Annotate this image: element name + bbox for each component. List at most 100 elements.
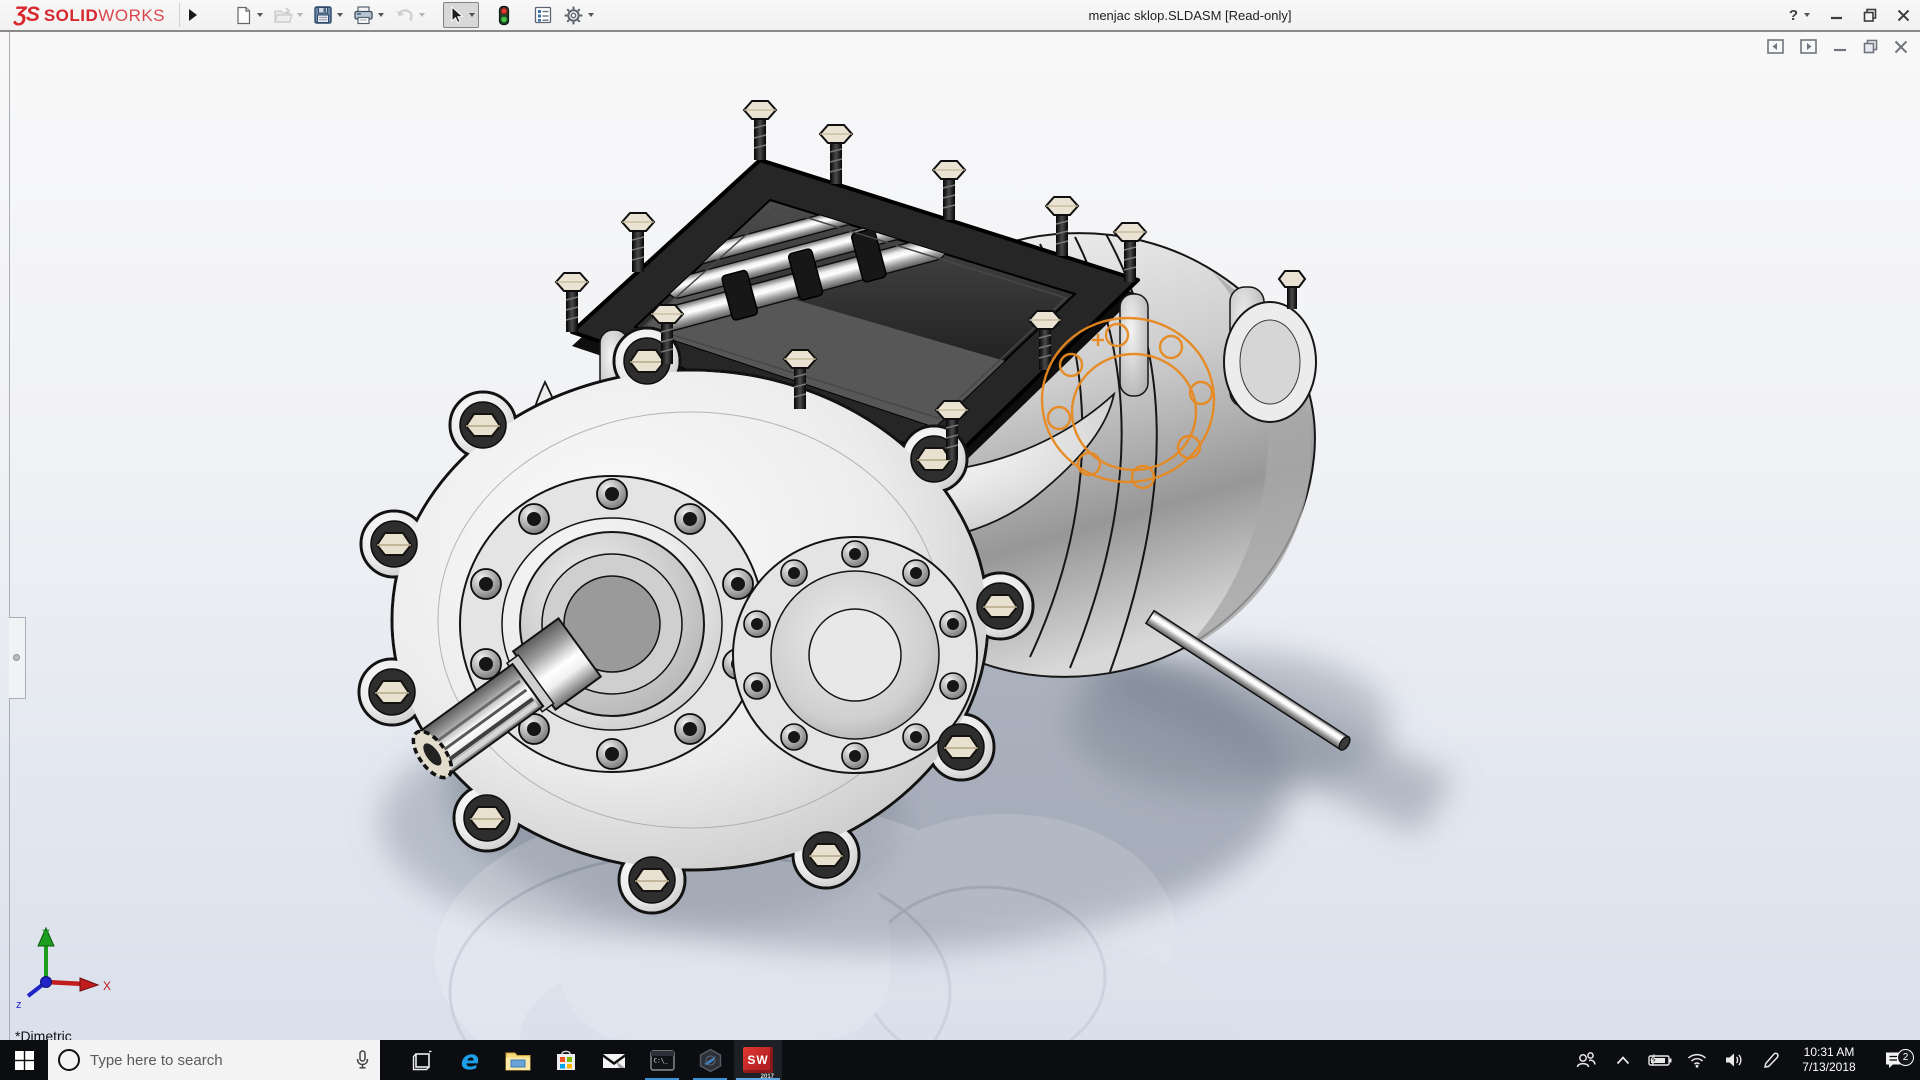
menu-flyout-button[interactable] bbox=[184, 4, 202, 26]
tray-overflow-chevron-icon[interactable] bbox=[1608, 1040, 1638, 1080]
restore-icon bbox=[1863, 8, 1877, 22]
doc-restore-button[interactable] bbox=[1863, 39, 1878, 54]
undo-button[interactable] bbox=[390, 2, 429, 28]
dropdown-caret[interactable] bbox=[297, 13, 303, 17]
dropdown-caret[interactable] bbox=[419, 13, 425, 17]
window-controls: ? bbox=[1789, 0, 1910, 30]
store-icon bbox=[555, 1049, 577, 1072]
dropdown-caret[interactable] bbox=[337, 13, 343, 17]
mail-button[interactable] bbox=[590, 1040, 638, 1080]
title-bar: ƷS SOLID WORKS bbox=[0, 0, 1920, 32]
command-prompt-button[interactable]: C:\_ bbox=[638, 1040, 686, 1080]
doc-minimize-button[interactable] bbox=[1833, 39, 1847, 54]
taskbar-empty-space bbox=[782, 1040, 1571, 1080]
cursor-arrow-icon bbox=[447, 5, 465, 25]
microsoft-store-button[interactable] bbox=[542, 1040, 590, 1080]
triad-x-label: X bbox=[103, 979, 111, 993]
battery-icon[interactable] bbox=[1645, 1040, 1675, 1080]
save-floppy-icon bbox=[313, 5, 333, 25]
triad-y-label: Y bbox=[42, 927, 50, 941]
command-prompt-icon: C:\_ bbox=[650, 1050, 675, 1071]
solidworks-window: ƷS SOLID WORKS bbox=[0, 0, 1920, 1080]
taskbar-clock[interactable]: 10:31 AM 7/13/2018 bbox=[1793, 1045, 1865, 1075]
minimize-button[interactable] bbox=[1830, 9, 1843, 22]
task-view-button[interactable] bbox=[398, 1040, 446, 1080]
3ds-logo-mark: ƷS bbox=[14, 3, 39, 27]
separator bbox=[179, 3, 180, 27]
dropdown-caret[interactable] bbox=[378, 13, 384, 17]
document-window-controls bbox=[1767, 39, 1908, 54]
people-icon[interactable] bbox=[1571, 1040, 1601, 1080]
gear-icon bbox=[563, 5, 584, 26]
solidworks-app-button[interactable]: SW 2017 bbox=[734, 1040, 782, 1080]
clock-time: 10:31 AM bbox=[1804, 1045, 1855, 1060]
windows-logo-icon bbox=[15, 1051, 34, 1070]
select-tool-button[interactable] bbox=[443, 2, 479, 28]
help-dropdown-caret[interactable] bbox=[1804, 13, 1810, 17]
standard-toolbar bbox=[230, 2, 598, 28]
document-title: menjac sklop.SLDASM [Read-only] bbox=[1088, 0, 1291, 30]
doc-close-icon bbox=[1894, 40, 1908, 54]
hexagon-app-button[interactable] bbox=[686, 1040, 734, 1080]
file-explorer-button[interactable] bbox=[494, 1040, 542, 1080]
mail-icon bbox=[602, 1051, 626, 1070]
splitter-grip-dot bbox=[13, 654, 20, 661]
windows-ink-pen-icon[interactable] bbox=[1756, 1040, 1786, 1080]
help-button[interactable]: ? bbox=[1789, 7, 1810, 24]
properties-list-icon bbox=[533, 5, 553, 25]
doc-minimize-icon bbox=[1833, 39, 1847, 54]
sw-letters: SW bbox=[747, 1053, 768, 1067]
edge-icon: e bbox=[461, 1047, 479, 1074]
dock-pane-right-icon bbox=[1800, 39, 1817, 54]
help-label: ? bbox=[1789, 7, 1798, 24]
view-orientation-label: *Dimetric bbox=[15, 1028, 72, 1040]
wifi-icon[interactable] bbox=[1682, 1040, 1712, 1080]
file-explorer-icon bbox=[505, 1050, 531, 1071]
notification-badge: 2 bbox=[1897, 1049, 1914, 1066]
search-input[interactable] bbox=[90, 1052, 345, 1069]
new-document-button[interactable] bbox=[230, 2, 267, 28]
edge-browser-button[interactable]: e bbox=[446, 1040, 494, 1080]
doc-close-button[interactable] bbox=[1894, 39, 1908, 54]
save-button[interactable] bbox=[309, 2, 347, 28]
dock-pane-left-icon bbox=[1767, 39, 1784, 54]
model-canvas[interactable] bbox=[0, 32, 1920, 1040]
hexagon-app-icon bbox=[698, 1048, 723, 1073]
feature-tree-splitter-line bbox=[9, 32, 10, 1040]
task-view-icon bbox=[412, 1050, 433, 1071]
clock-date: 7/13/2018 bbox=[1802, 1060, 1855, 1075]
reference-triad: Y X z bbox=[6, 920, 126, 1012]
microphone-icon[interactable] bbox=[355, 1050, 370, 1070]
graphics-viewport: Y X z *Dimetric bbox=[0, 32, 1920, 1040]
windows-taskbar: e bbox=[0, 1040, 1920, 1080]
cmd-prompt-text: C:\_ bbox=[653, 1057, 668, 1064]
flyout-arrow-icon bbox=[189, 9, 197, 21]
system-tray: 10:31 AM 7/13/2018 2 bbox=[1571, 1040, 1920, 1080]
action-center-button[interactable]: 2 bbox=[1872, 1051, 1916, 1070]
volume-icon[interactable] bbox=[1719, 1040, 1749, 1080]
minimize-icon bbox=[1830, 9, 1843, 22]
solidworks-app-icon: SW 2017 bbox=[743, 1047, 773, 1073]
cortana-icon[interactable] bbox=[58, 1049, 80, 1071]
feature-tree-splitter-handle[interactable] bbox=[9, 617, 26, 699]
rebuild-button[interactable] bbox=[493, 2, 515, 28]
print-button[interactable] bbox=[349, 2, 388, 28]
dropdown-caret[interactable] bbox=[469, 13, 475, 17]
open-document-button[interactable] bbox=[269, 2, 307, 28]
file-properties-button[interactable] bbox=[529, 2, 557, 28]
solidworks-logo: ƷS SOLID WORKS bbox=[0, 3, 175, 27]
dropdown-caret[interactable] bbox=[257, 13, 263, 17]
restore-button[interactable] bbox=[1863, 8, 1877, 22]
taskbar-search[interactable] bbox=[48, 1040, 380, 1080]
dock-pane-right-button[interactable] bbox=[1800, 39, 1817, 54]
triad-z-label: z bbox=[16, 999, 22, 1011]
open-folder-icon bbox=[273, 6, 293, 25]
dropdown-caret[interactable] bbox=[588, 13, 594, 17]
undo-arrow-icon bbox=[394, 6, 415, 25]
dock-pane-left-button[interactable] bbox=[1767, 39, 1784, 54]
start-button[interactable] bbox=[0, 1040, 48, 1080]
doc-restore-icon bbox=[1863, 39, 1878, 54]
close-button[interactable] bbox=[1897, 9, 1910, 22]
traffic-light-icon bbox=[497, 5, 511, 26]
options-button[interactable] bbox=[559, 2, 598, 28]
